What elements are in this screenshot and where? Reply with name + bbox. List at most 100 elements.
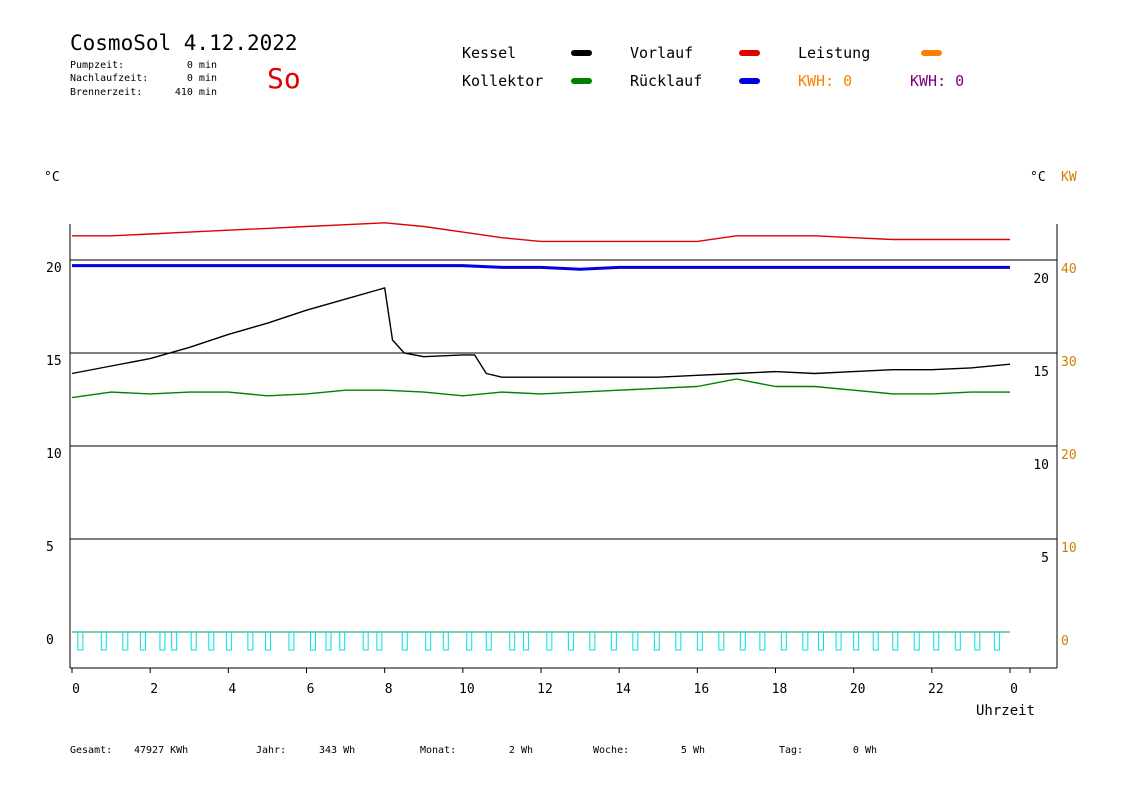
pump-marker [780, 631, 787, 651]
legend-ruecklauf-label: Rücklauf [630, 72, 702, 90]
pump-marker [567, 631, 574, 651]
tag-label: Tag: [779, 745, 803, 756]
pump-marker [546, 631, 553, 651]
x-tick-label: 18 [772, 682, 788, 697]
pump-marker [892, 631, 899, 651]
jahr-value: 343 Wh [319, 745, 355, 756]
pump-marker [122, 631, 129, 651]
legend-kwh-right: KWH: 0 [910, 72, 964, 90]
pump-marker [425, 631, 432, 651]
pump-marker [933, 631, 940, 651]
legend-leistung-label: Leistung [798, 44, 870, 62]
nachlauf-label: Nachlaufzeit: [70, 73, 148, 84]
x-tick-label: 2 [150, 682, 158, 697]
y-right-tick-label: 15 [1033, 365, 1049, 380]
pump-marker [264, 631, 271, 651]
y-tick-labels: 0 5 10 15 20 5 10 15 20 0 10 20 30 40 [46, 261, 1077, 649]
x-tick-label: 20 [850, 682, 866, 697]
chart-title: CosmoSol 4.12.2022 [70, 31, 298, 55]
y-left-tick-label: 0 [46, 633, 54, 648]
series-line-kollektor [71, 378, 1010, 399]
pump-marker [835, 631, 842, 651]
y-left-tick-label: 15 [46, 354, 62, 369]
x-tick-label: 14 [615, 682, 631, 697]
x-tick-label: 0 [72, 682, 80, 697]
series-line-kessel [71, 287, 1011, 378]
kw-axis-unit: KW [1061, 170, 1077, 185]
pump-marker [913, 631, 920, 651]
pumpzeit-label: Pumpzeit: [70, 60, 124, 71]
pump-marker [190, 631, 197, 651]
pump-marker [974, 631, 981, 651]
pump-marker [718, 631, 725, 651]
y-right-tick-label: 10 [1033, 458, 1049, 473]
pump-marker [993, 631, 1000, 651]
legend: Kessel Kollektor Vorlauf Rücklauf Leistu… [462, 44, 964, 90]
pump-marker [872, 631, 879, 651]
left-axis-unit: °C [44, 170, 60, 185]
pump-marker [610, 631, 617, 651]
y-kw-tick-label: 10 [1061, 541, 1077, 556]
woche-label: Woche: [593, 745, 629, 756]
temperature-chart: CosmoSol 4.12.2022 So Pumpzeit: 0 min Na… [44, 31, 1077, 756]
pump-marker [653, 631, 660, 651]
y-kw-tick-label: 20 [1061, 448, 1077, 463]
pump-marker [675, 631, 682, 651]
pump-marker [817, 631, 824, 651]
pump-marker [171, 631, 178, 651]
pump-marker [739, 631, 746, 651]
jahr-label: Jahr: [256, 745, 286, 756]
legend-vorlauf-swatch [739, 50, 760, 56]
y-left-tick-label: 10 [46, 447, 62, 462]
pump-marker [288, 631, 295, 651]
gesamt-label: Gesamt: [70, 745, 112, 756]
series-line-vorlauf [72, 222, 1010, 243]
x-tick-label: 22 [928, 682, 944, 697]
tag-value: 0 Wh [853, 745, 877, 756]
monat-value: 2 Wh [509, 745, 533, 756]
y-left-tick-label: 20 [46, 261, 62, 276]
pump-marker [309, 631, 316, 651]
pump-marker [401, 631, 408, 651]
brenner-label: Brennerzeit: [70, 87, 142, 98]
pump-marker [802, 631, 809, 651]
x-tick-label: 6 [307, 682, 315, 697]
pump-marker [100, 631, 107, 651]
x-tick-label: 16 [694, 682, 710, 697]
x-tick-labels: 0 2 4 6 8 10 12 14 16 18 20 22 0 [71, 668, 1031, 697]
y-right-tick-label: 20 [1033, 272, 1049, 287]
footer-stats: Gesamt: 47927 KWh Jahr: 343 Wh Monat: 2 … [70, 745, 877, 756]
pump-marker [509, 631, 516, 651]
pump-marker [339, 631, 346, 651]
pump-marker [485, 631, 492, 651]
pump-marker [954, 631, 961, 651]
pump-marker [225, 631, 232, 651]
x-tick-label: 10 [459, 682, 475, 697]
x-tick-label: 4 [228, 682, 236, 697]
pump-marker [696, 631, 703, 651]
legend-ruecklauf-swatch [739, 78, 760, 84]
x-tick-label: 8 [385, 682, 393, 697]
day-label: So [267, 62, 301, 95]
series-lines [71, 222, 1011, 633]
pump-marker [139, 631, 146, 651]
x-tick-label: 0 [1010, 682, 1018, 697]
right-axis-unit: °C [1030, 170, 1046, 185]
y-left-tick-label: 5 [46, 540, 54, 555]
pump-marker [362, 631, 369, 651]
pumpzeit-value: 0 min [187, 60, 217, 71]
nachlauf-value: 0 min [187, 73, 217, 84]
legend-vorlauf-label: Vorlauf [630, 44, 693, 62]
pump-marker [325, 631, 332, 651]
monat-label: Monat: [420, 745, 456, 756]
pump-marker [632, 631, 639, 651]
grid-lines [70, 259, 1057, 540]
pump-marker [759, 631, 766, 651]
x-tick-label: 12 [537, 682, 553, 697]
pump-marker [522, 631, 529, 651]
pump-marker [442, 631, 449, 651]
series-line-ruecklauf [72, 264, 1010, 271]
pump-marker [376, 631, 383, 651]
y-kw-tick-label: 30 [1061, 355, 1077, 370]
pump-marker [247, 631, 254, 651]
